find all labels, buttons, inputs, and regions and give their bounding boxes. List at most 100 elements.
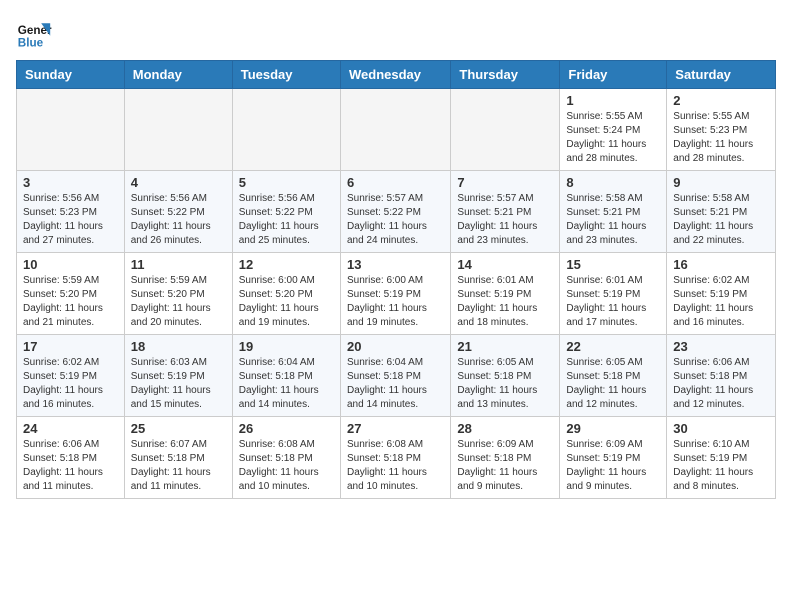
day-info: Sunrise: 6:00 AM Sunset: 5:20 PM Dayligh… xyxy=(239,274,334,330)
calendar-cell: 23 Sunrise: 6:06 AM Sunset: 5:18 PM Dayli… xyxy=(667,335,776,417)
day-info: Sunrise: 5:55 AM Sunset: 5:23 PM Dayligh… xyxy=(673,110,769,166)
day-info: Sunrise: 6:09 AM Sunset: 5:18 PM Dayligh… xyxy=(457,438,553,494)
day-info: Sunrise: 6:08 AM Sunset: 5:18 PM Dayligh… xyxy=(347,438,444,494)
col-header-wednesday: Wednesday xyxy=(340,61,450,89)
day-number: 24 xyxy=(23,421,118,436)
day-info: Sunrise: 5:55 AM Sunset: 5:24 PM Dayligh… xyxy=(566,110,660,166)
day-number: 21 xyxy=(457,339,553,354)
day-number: 12 xyxy=(239,257,334,272)
col-header-friday: Friday xyxy=(560,61,667,89)
day-number: 27 xyxy=(347,421,444,436)
day-info: Sunrise: 6:09 AM Sunset: 5:19 PM Dayligh… xyxy=(566,438,660,494)
calendar-cell: 13 Sunrise: 6:00 AM Sunset: 5:19 PM Dayli… xyxy=(340,253,450,335)
day-number: 26 xyxy=(239,421,334,436)
calendar-week-2: 3 Sunrise: 5:56 AM Sunset: 5:23 PM Daylig… xyxy=(17,171,776,253)
day-info: Sunrise: 6:06 AM Sunset: 5:18 PM Dayligh… xyxy=(673,356,769,412)
calendar-cell: 4 Sunrise: 5:56 AM Sunset: 5:22 PM Daylig… xyxy=(124,171,232,253)
calendar-cell: 29 Sunrise: 6:09 AM Sunset: 5:19 PM Dayli… xyxy=(560,417,667,499)
calendar-cell: 3 Sunrise: 5:56 AM Sunset: 5:23 PM Daylig… xyxy=(17,171,125,253)
day-info: Sunrise: 6:04 AM Sunset: 5:18 PM Dayligh… xyxy=(347,356,444,412)
calendar-cell: 16 Sunrise: 6:02 AM Sunset: 5:19 PM Dayli… xyxy=(667,253,776,335)
day-info: Sunrise: 6:01 AM Sunset: 5:19 PM Dayligh… xyxy=(457,274,553,330)
day-info: Sunrise: 6:06 AM Sunset: 5:18 PM Dayligh… xyxy=(23,438,118,494)
day-number: 25 xyxy=(131,421,226,436)
calendar-cell xyxy=(451,89,560,171)
calendar-cell: 7 Sunrise: 5:57 AM Sunset: 5:21 PM Daylig… xyxy=(451,171,560,253)
day-info: Sunrise: 6:02 AM Sunset: 5:19 PM Dayligh… xyxy=(23,356,118,412)
calendar-cell: 11 Sunrise: 5:59 AM Sunset: 5:20 PM Dayli… xyxy=(124,253,232,335)
calendar-cell: 15Sunrise: 6:01 AM Sunset: 5:19 PM Dayli… xyxy=(560,253,667,335)
day-info: Sunrise: 5:57 AM Sunset: 5:21 PM Dayligh… xyxy=(457,192,553,248)
calendar-cell: 21 Sunrise: 6:05 AM Sunset: 5:18 PM Dayli… xyxy=(451,335,560,417)
page-header: General Blue xyxy=(16,16,776,52)
calendar-cell: 2 Sunrise: 5:55 AM Sunset: 5:23 PM Daylig… xyxy=(667,89,776,171)
calendar-week-3: 10 Sunrise: 5:59 AM Sunset: 5:20 PM Dayli… xyxy=(17,253,776,335)
calendar-cell: 19Sunrise: 6:04 AM Sunset: 5:18 PM Dayli… xyxy=(232,335,340,417)
svg-text:Blue: Blue xyxy=(18,37,44,50)
day-info: Sunrise: 6:03 AM Sunset: 5:19 PM Dayligh… xyxy=(131,356,226,412)
day-number: 23 xyxy=(673,339,769,354)
day-info: Sunrise: 5:57 AM Sunset: 5:22 PM Dayligh… xyxy=(347,192,444,248)
day-number: 6 xyxy=(347,175,444,190)
col-header-saturday: Saturday xyxy=(667,61,776,89)
day-info: Sunrise: 6:05 AM Sunset: 5:18 PM Dayligh… xyxy=(566,356,660,412)
calendar-cell: 27 Sunrise: 6:08 AM Sunset: 5:18 PM Dayli… xyxy=(340,417,450,499)
col-header-tuesday: Tuesday xyxy=(232,61,340,89)
calendar-cell xyxy=(124,89,232,171)
calendar-cell: 28 Sunrise: 6:09 AM Sunset: 5:18 PM Dayli… xyxy=(451,417,560,499)
calendar-header-row: SundayMondayTuesdayWednesdayThursdayFrid… xyxy=(17,61,776,89)
day-number: 5 xyxy=(239,175,334,190)
day-number: 17 xyxy=(23,339,118,354)
calendar-cell: 8 Sunrise: 5:58 AM Sunset: 5:21 PM Daylig… xyxy=(560,171,667,253)
day-info: Sunrise: 5:56 AM Sunset: 5:22 PM Dayligh… xyxy=(131,192,226,248)
day-number: 11 xyxy=(131,257,226,272)
day-number: 3 xyxy=(23,175,118,190)
calendar-cell: 30Sunrise: 6:10 AM Sunset: 5:19 PM Dayli… xyxy=(667,417,776,499)
day-info: Sunrise: 6:05 AM Sunset: 5:18 PM Dayligh… xyxy=(457,356,553,412)
calendar-week-4: 17 Sunrise: 6:02 AM Sunset: 5:19 PM Dayli… xyxy=(17,335,776,417)
day-number: 7 xyxy=(457,175,553,190)
day-number: 16 xyxy=(673,257,769,272)
day-number: 13 xyxy=(347,257,444,272)
day-info: Sunrise: 6:07 AM Sunset: 5:18 PM Dayligh… xyxy=(131,438,226,494)
col-header-thursday: Thursday xyxy=(451,61,560,89)
calendar-cell: 9 Sunrise: 5:58 AM Sunset: 5:21 PM Daylig… xyxy=(667,171,776,253)
calendar-week-5: 24 Sunrise: 6:06 AM Sunset: 5:18 PM Dayli… xyxy=(17,417,776,499)
logo-icon: General Blue xyxy=(16,16,52,52)
col-header-monday: Monday xyxy=(124,61,232,89)
day-number: 1 xyxy=(566,93,660,108)
calendar-cell: 14 Sunrise: 6:01 AM Sunset: 5:19 PM Dayli… xyxy=(451,253,560,335)
calendar-cell xyxy=(232,89,340,171)
day-number: 4 xyxy=(131,175,226,190)
calendar-cell: 10Sunrise: 5:59 AM Sunset: 5:20 PM Dayli… xyxy=(17,253,125,335)
calendar-cell: 22 Sunrise: 6:05 AM Sunset: 5:18 PM Dayli… xyxy=(560,335,667,417)
calendar-cell: 12 Sunrise: 6:00 AM Sunset: 5:20 PM Dayli… xyxy=(232,253,340,335)
calendar-cell: 20Sunrise: 6:04 AM Sunset: 5:18 PM Dayli… xyxy=(340,335,450,417)
day-number: 28 xyxy=(457,421,553,436)
day-number: 8 xyxy=(566,175,660,190)
day-info: Sunrise: 5:59 AM Sunset: 5:20 PM Dayligh… xyxy=(131,274,226,330)
day-info: Sunrise: 5:58 AM Sunset: 5:21 PM Dayligh… xyxy=(566,192,660,248)
day-info: Sunrise: 5:56 AM Sunset: 5:23 PM Dayligh… xyxy=(23,192,118,248)
day-number: 29 xyxy=(566,421,660,436)
day-info: Sunrise: 6:02 AM Sunset: 5:19 PM Dayligh… xyxy=(673,274,769,330)
day-info: Sunrise: 5:56 AM Sunset: 5:22 PM Dayligh… xyxy=(239,192,334,248)
day-number: 22 xyxy=(566,339,660,354)
day-info: Sunrise: 6:00 AM Sunset: 5:19 PM Dayligh… xyxy=(347,274,444,330)
calendar-cell: 6 Sunrise: 5:57 AM Sunset: 5:22 PM Daylig… xyxy=(340,171,450,253)
day-number: 30 xyxy=(673,421,769,436)
calendar-cell: 26Sunrise: 6:08 AM Sunset: 5:18 PM Dayli… xyxy=(232,417,340,499)
day-number: 2 xyxy=(673,93,769,108)
calendar-cell: 5 Sunrise: 5:56 AM Sunset: 5:22 PM Daylig… xyxy=(232,171,340,253)
col-header-sunday: Sunday xyxy=(17,61,125,89)
day-number: 18 xyxy=(131,339,226,354)
day-number: 10 xyxy=(23,257,118,272)
calendar-cell: 18 Sunrise: 6:03 AM Sunset: 5:19 PM Dayli… xyxy=(124,335,232,417)
day-number: 9 xyxy=(673,175,769,190)
day-info: Sunrise: 5:58 AM Sunset: 5:21 PM Dayligh… xyxy=(673,192,769,248)
calendar-cell xyxy=(340,89,450,171)
day-number: 14 xyxy=(457,257,553,272)
day-info: Sunrise: 6:01 AM Sunset: 5:19 PM Dayligh… xyxy=(566,274,660,330)
calendar: SundayMondayTuesdayWednesdayThursdayFrid… xyxy=(16,60,776,499)
calendar-week-1: 1 Sunrise: 5:55 AM Sunset: 5:24 PM Daylig… xyxy=(17,89,776,171)
